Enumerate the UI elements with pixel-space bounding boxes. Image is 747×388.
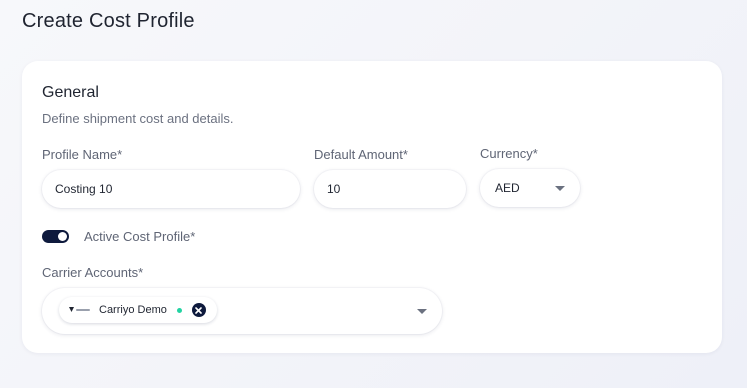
default-amount-field[interactable]: 10 [314, 170, 466, 208]
status-dot-icon [176, 307, 182, 313]
active-cost-profile-label: Active Cost Profile* [84, 229, 196, 244]
profile-name-label: Profile Name* [42, 147, 123, 162]
currency-label: Currency* [480, 146, 538, 161]
currency-value: AED [495, 181, 520, 195]
general-card: General Define shipment cost and details… [22, 61, 722, 353]
carrier-accounts-label: Carrier Accounts* [42, 265, 144, 280]
remove-carrier-button[interactable] [191, 303, 206, 317]
section-description: Define shipment cost and details. [42, 111, 234, 126]
active-cost-profile-toggle[interactable] [42, 230, 69, 243]
profile-name-field[interactable]: Costing 10 [42, 170, 300, 208]
carrier-chip: Carriyo Demo [59, 297, 217, 323]
currency-select[interactable]: AED [480, 169, 580, 207]
section-title: General [42, 84, 99, 101]
carriyo-logo-icon [69, 305, 91, 315]
carrier-chip-label: Carriyo Demo [99, 304, 167, 316]
close-icon [195, 306, 203, 314]
chevron-down-icon [555, 186, 565, 191]
chevron-down-icon [417, 309, 427, 314]
page-title: Create Cost Profile [22, 10, 195, 32]
profile-name-value: Costing 10 [55, 182, 113, 196]
default-amount-value: 10 [327, 182, 341, 196]
carrier-accounts-select[interactable]: Carriyo Demo [42, 288, 442, 334]
toggle-knob [58, 232, 67, 241]
default-amount-label: Default Amount* [314, 147, 408, 162]
